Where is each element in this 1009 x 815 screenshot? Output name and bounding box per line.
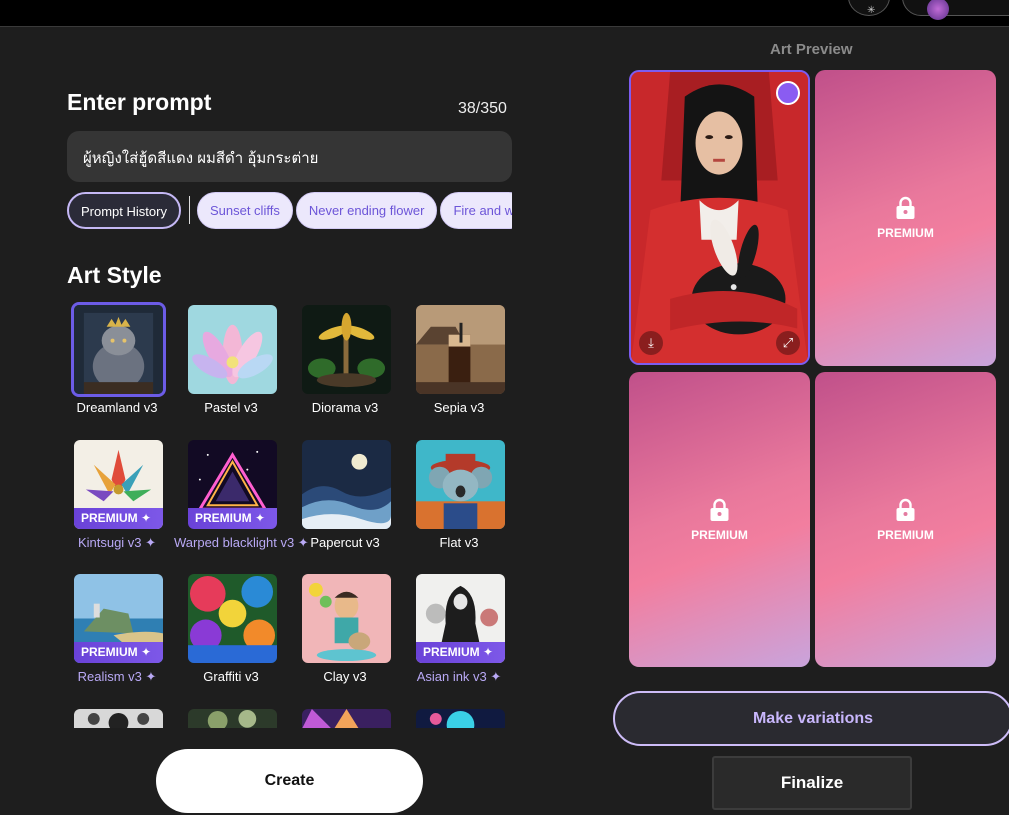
style-thumbnail: [71, 302, 166, 397]
style-option-papercut[interactable]: Papercut v3: [288, 435, 402, 559]
premium-label: PREMIUM: [877, 527, 934, 542]
profile-button[interactable]: [902, 0, 1009, 20]
top-bar: ✳: [0, 0, 1009, 27]
style-thumbnail: [188, 709, 277, 728]
generated-image: [631, 72, 808, 363]
premium-badge: PREMIUM ✦: [416, 642, 505, 663]
style-label: Asian ink v3 ✦: [416, 669, 502, 684]
style-label: Pastel v3: [204, 400, 258, 415]
style-thumbnail: PREMIUM ✦: [188, 440, 277, 529]
style-label: Clay v3: [323, 669, 367, 684]
style-thumbnail: [188, 305, 277, 394]
premium-label: PREMIUM: [877, 226, 934, 240]
style-option-diorama[interactable]: Diorama v3: [288, 300, 402, 424]
style-thumbnail: PREMIUM ✦: [74, 574, 163, 663]
style-option-graffiti[interactable]: Graffiti v3: [174, 569, 288, 693]
style-thumbnail: [188, 574, 277, 663]
style-thumbnail: PREMIUM ✦: [74, 440, 163, 529]
style-label: Dreamland v3: [76, 400, 158, 415]
style-option-flat[interactable]: Flat v3: [402, 435, 516, 559]
character-count: 38/350: [458, 100, 507, 117]
style-label: Diorama v3: [311, 400, 379, 415]
chip-divider: [188, 196, 190, 224]
style-label: Realism v3 ✦: [77, 669, 157, 684]
style-option-clay[interactable]: Clay v3: [288, 569, 402, 693]
create-button[interactable]: Create: [156, 749, 423, 813]
style-option-pastel[interactable]: Pastel v3: [174, 300, 288, 424]
prompt-input[interactable]: ผู้หญิงใส่ฮู้ดสีแดง ผมสีดำ อุ้มกระต่าย: [67, 131, 512, 182]
premium-badge: PREMIUM ✦: [74, 508, 163, 529]
lock-icon: [710, 498, 729, 521]
style-label: Flat v3: [439, 535, 479, 550]
art-preview-title: Art Preview: [770, 41, 853, 58]
suggestion-chip[interactable]: Fire and w: [440, 192, 512, 229]
locked-preview-card[interactable]: PREMIUM: [629, 372, 810, 667]
style-label: Graffiti v3: [203, 669, 259, 684]
style-option-sepia[interactable]: Sepia v3: [402, 300, 516, 424]
style-thumbnail: PREMIUM ✦: [416, 574, 505, 663]
style-thumbnail: [416, 709, 505, 728]
download-icon[interactable]: ⤓: [639, 331, 663, 355]
style-label: Papercut v3: [310, 535, 380, 550]
style-label: Kintsugi v3 ✦: [77, 535, 157, 550]
style-label: Sepia v3: [433, 400, 485, 415]
prompt-title: Enter prompt: [67, 89, 212, 115]
avatar: [927, 0, 949, 20]
style-option-partial[interactable]: [60, 704, 174, 728]
style-thumbnail: [302, 305, 391, 394]
lock-icon: [896, 196, 915, 219]
art-style-grid: Dreamland v3 Pastel v3 Diorama v3 Sepia …: [60, 300, 520, 728]
theme-toggle-button[interactable]: ✳: [848, 0, 890, 16]
suggestion-chip[interactable]: Sunset cliffs: [196, 192, 293, 229]
style-thumbnail: [416, 440, 505, 529]
style-option-kintsugi[interactable]: PREMIUM ✦ Kintsugi v3 ✦: [60, 435, 174, 559]
style-thumbnail: [302, 574, 391, 663]
art-style-title: Art Style: [67, 262, 162, 288]
style-option-partial[interactable]: [288, 704, 402, 728]
locked-preview-card[interactable]: PREMIUM: [815, 372, 996, 667]
style-option-partial[interactable]: [402, 704, 516, 728]
lock-icon: [896, 498, 915, 521]
premium-badge: PREMIUM ✦: [74, 642, 163, 663]
style-option-realism[interactable]: PREMIUM ✦ Realism v3 ✦: [60, 569, 174, 693]
style-option-warped-blacklight[interactable]: PREMIUM ✦ Warped blacklight v3 ✦: [174, 435, 309, 559]
locked-preview-card[interactable]: PREMIUM: [815, 70, 996, 366]
style-option-asian-ink[interactable]: PREMIUM ✦ Asian ink v3 ✦: [402, 569, 516, 693]
style-thumbnail: [416, 305, 505, 394]
sun-icon: ✳: [867, 5, 876, 16]
style-option-partial[interactable]: [174, 704, 288, 728]
make-variations-button[interactable]: Make variations: [613, 691, 1009, 746]
premium-label: PREMIUM: [691, 527, 748, 542]
style-thumbnail: [302, 709, 391, 728]
finalize-button[interactable]: Finalize: [712, 756, 912, 810]
expand-icon[interactable]: ⤢: [776, 331, 800, 355]
style-option-dreamland[interactable]: Dreamland v3: [60, 300, 174, 424]
style-thumbnail: [74, 709, 163, 728]
style-label: Warped blacklight v3 ✦: [174, 535, 309, 550]
premium-badge: PREMIUM ✦: [188, 508, 277, 529]
select-radio[interactable]: [776, 81, 800, 105]
preview-image-card[interactable]: ⤓ ⤢: [629, 70, 810, 365]
style-thumbnail: [302, 440, 391, 529]
suggestion-chip[interactable]: Never ending flower: [295, 192, 438, 229]
prompt-chips: Prompt History Sunset cliffs Never ending …: [67, 192, 512, 230]
prompt-history-button[interactable]: Prompt History: [67, 192, 181, 229]
